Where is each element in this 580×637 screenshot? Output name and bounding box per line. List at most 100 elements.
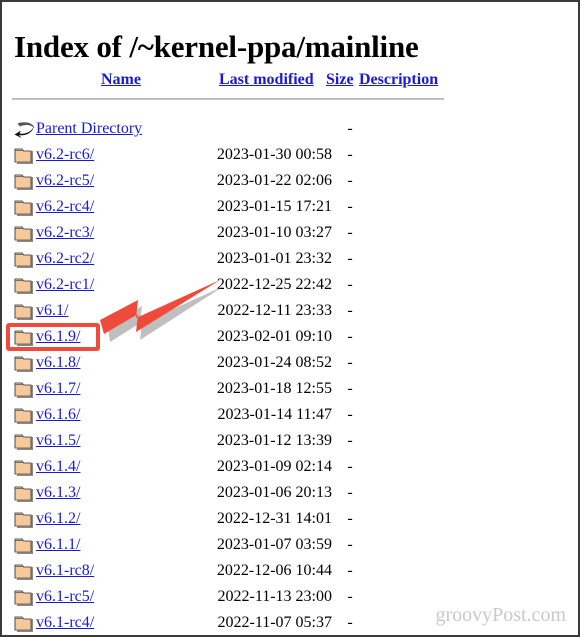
column-header-name[interactable]: Name <box>101 71 141 89</box>
table-row[interactable]: v6.1.5/2023-01-12 13:39- <box>2 428 578 454</box>
folder-icon <box>14 434 33 450</box>
table-row[interactable]: v6.2-rc1/2022-12-25 22:42- <box>2 272 578 298</box>
folder-icon <box>14 304 33 320</box>
directory-link[interactable]: v6.1.4/ <box>36 454 80 480</box>
size-value: - <box>347 250 353 267</box>
directory-link[interactable]: v6.1.2/ <box>36 506 80 532</box>
directory-link[interactable]: v6.2-rc5/ <box>36 168 94 194</box>
last-modified-value: 2022-11-13 23:00 <box>217 588 332 605</box>
directory-link[interactable]: v6.2-rc4/ <box>36 194 94 220</box>
last-modified-value: 2023-01-07 03:59 <box>216 536 332 553</box>
folder-icon <box>14 172 36 192</box>
folder-icon <box>14 510 36 530</box>
column-header-description[interactable]: Description <box>359 71 438 89</box>
header-divider <box>12 98 444 100</box>
parent-directory-icon <box>14 120 36 140</box>
directory-link[interactable]: v6.1/ <box>36 298 68 324</box>
directory-link[interactable]: v6.1.1/ <box>36 532 80 558</box>
folder-icon <box>14 250 36 270</box>
table-row[interactable]: Parent Directory - <box>2 116 578 142</box>
size-value: - <box>347 562 353 579</box>
folder-icon <box>14 328 36 348</box>
folder-icon <box>14 354 36 374</box>
size-value: - <box>347 328 353 345</box>
table-row[interactable]: v6.1.6/2023-01-14 11:47- <box>2 402 578 428</box>
size-value: - <box>347 120 353 137</box>
last-modified-value: 2023-01-10 03:27 <box>216 224 332 241</box>
last-modified-value: 2023-01-22 02:06 <box>216 172 332 189</box>
folder-icon <box>14 486 33 502</box>
page-title: Index of /~kernel-ppa/mainline <box>14 28 419 64</box>
directory-link[interactable]: v6.1.7/ <box>36 376 80 402</box>
table-row[interactable]: v6.1.9/2023-02-01 09:10- <box>2 324 578 350</box>
table-row[interactable]: v6.2-rc3/2023-01-10 03:27- <box>2 220 578 246</box>
size-value: - <box>347 536 353 553</box>
column-header-size[interactable]: Size <box>326 71 354 89</box>
table-row[interactable]: v6.2-rc4/2023-01-15 17:21- <box>2 194 578 220</box>
size-value: - <box>347 458 353 475</box>
directory-link[interactable]: v6.1.9/ <box>36 324 80 350</box>
folder-icon <box>14 278 33 294</box>
column-header-last-modified[interactable]: Last modified <box>219 71 314 89</box>
table-row[interactable]: v6.1.2/2022-12-31 14:01- <box>2 506 578 532</box>
last-modified-value: 2023-01-18 12:55 <box>216 380 332 397</box>
last-modified-value: 2023-01-12 13:39 <box>216 432 332 449</box>
directory-link[interactable]: v6.1-rc8/ <box>36 558 94 584</box>
directory-link[interactable]: v6.1-rc4/ <box>36 610 94 635</box>
folder-icon <box>14 538 33 554</box>
last-modified-value: 2022-12-11 23:33 <box>217 302 332 319</box>
column-header-row: Name Last modified Size Description <box>2 71 578 93</box>
folder-icon <box>14 198 36 218</box>
size-value: - <box>347 302 353 319</box>
last-modified-value: 2023-01-09 02:14 <box>216 458 332 475</box>
folder-icon <box>14 562 36 582</box>
apache-directory-index-page: Index of /~kernel-ppa/mainline Name Last… <box>0 0 580 637</box>
last-modified-value: 2023-01-30 00:58 <box>216 146 332 163</box>
folder-icon <box>14 200 33 216</box>
size-value: - <box>347 354 353 371</box>
directory-link[interactable]: v6.2-rc3/ <box>36 220 94 246</box>
size-value: - <box>347 614 353 631</box>
folder-icon <box>14 224 36 244</box>
table-row[interactable]: v6.2-rc5/2023-01-22 02:06- <box>2 168 578 194</box>
directory-link[interactable]: v6.1.6/ <box>36 402 80 428</box>
size-value: - <box>347 380 353 397</box>
last-modified-value: 2022-12-06 10:44 <box>216 562 332 579</box>
size-value: - <box>347 406 353 423</box>
last-modified-value: 2022-12-25 22:42 <box>216 276 332 293</box>
folder-icon <box>14 382 33 398</box>
directory-link[interactable]: Parent Directory <box>36 116 142 142</box>
parent-directory-icon <box>14 122 35 138</box>
directory-link[interactable]: v6.2-rc2/ <box>36 246 94 272</box>
directory-link[interactable]: v6.1.5/ <box>36 428 80 454</box>
directory-link[interactable]: v6.1.3/ <box>36 480 80 506</box>
table-row[interactable]: v6.1.8/2023-01-24 08:52- <box>2 350 578 376</box>
table-row[interactable]: v6.1.3/2023-01-06 20:13- <box>2 480 578 506</box>
size-value: - <box>347 484 353 501</box>
folder-icon <box>14 512 33 528</box>
watermark: groovyPost.com <box>435 604 566 626</box>
table-row[interactable]: v6.1.7/2023-01-18 12:55- <box>2 376 578 402</box>
table-row[interactable]: v6.1.1/2023-01-07 03:59- <box>2 532 578 558</box>
directory-link[interactable]: v6.1.8/ <box>36 350 80 376</box>
table-row[interactable]: v6.1-rc8/2022-12-06 10:44- <box>2 558 578 584</box>
last-modified-value: 2022-12-31 14:01 <box>216 510 332 527</box>
directory-link[interactable]: v6.2-rc1/ <box>36 272 94 298</box>
size-value: - <box>347 276 353 293</box>
folder-icon <box>14 174 33 190</box>
last-modified-value: 2023-01-06 20:13 <box>216 484 332 501</box>
size-value: - <box>347 172 353 189</box>
last-modified-value: 2023-01-15 17:21 <box>216 198 332 215</box>
table-row[interactable]: v6.1.4/2023-01-09 02:14- <box>2 454 578 480</box>
folder-icon <box>14 406 36 426</box>
directory-link[interactable]: v6.2-rc6/ <box>36 142 94 168</box>
folder-icon <box>14 408 33 424</box>
folder-icon <box>14 302 36 322</box>
table-row[interactable]: v6.1/2022-12-11 23:33- <box>2 298 578 324</box>
directory-link[interactable]: v6.1-rc5/ <box>36 584 94 610</box>
folder-icon <box>14 226 33 242</box>
table-row[interactable]: v6.2-rc6/2023-01-30 00:58- <box>2 142 578 168</box>
folder-icon <box>14 146 36 166</box>
folder-icon <box>14 330 33 346</box>
table-row[interactable]: v6.2-rc2/2023-01-01 23:32- <box>2 246 578 272</box>
